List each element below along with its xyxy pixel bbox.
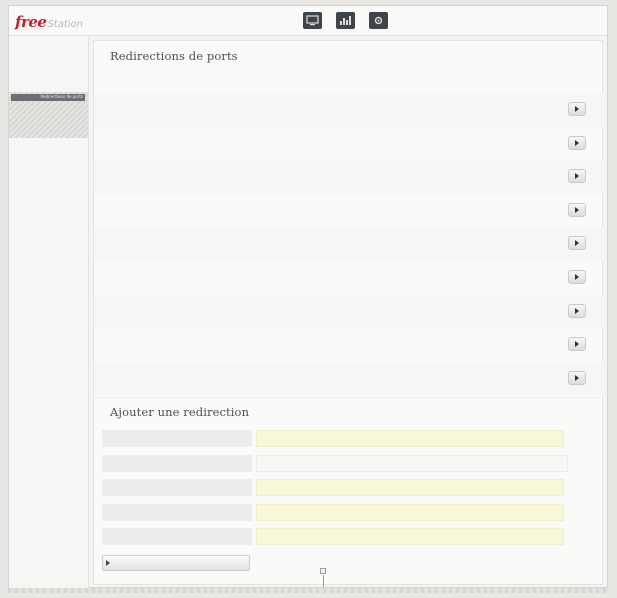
play-icon [106, 560, 110, 566]
play-icon [575, 139, 579, 146]
row-action-button[interactable] [568, 135, 586, 150]
sidebar-item[interactable] [13, 157, 83, 164]
table-row [94, 127, 604, 161]
row-action-button[interactable] [568, 236, 586, 251]
table-row [94, 328, 604, 362]
main-panel: Redirections de ports Ajouter une redire… [93, 40, 604, 585]
form-row [102, 476, 598, 501]
row-action-button[interactable] [568, 370, 586, 385]
sidebar-item[interactable] [13, 185, 83, 192]
table-row [94, 160, 604, 194]
settings-icon[interactable] [369, 12, 388, 29]
field-label [102, 479, 252, 497]
sidebar-subitem[interactable] [54, 116, 84, 122]
field-label [102, 503, 252, 521]
sidebar-item[interactable] [13, 171, 83, 178]
play-icon [575, 173, 579, 180]
redirections-title: Redirections de ports [110, 49, 238, 63]
field-label [102, 528, 252, 546]
play-icon [575, 341, 579, 348]
play-icon [575, 307, 579, 314]
sidebar-subitem[interactable] [54, 106, 84, 112]
play-icon [575, 206, 579, 213]
table-row [94, 261, 604, 295]
add-redirection-form [102, 427, 598, 550]
row-action-button[interactable] [568, 337, 586, 352]
add-redirection-title: Ajouter une redirection [110, 405, 250, 419]
sidebar: Redirections de ports [9, 37, 89, 589]
chart-icon[interactable] [336, 12, 355, 29]
sidebar-active-title[interactable]: Redirections de ports [11, 94, 85, 101]
comment-input[interactable] [256, 528, 564, 546]
field-label [102, 454, 252, 472]
sidebar-item-active[interactable]: Redirections de ports [9, 92, 88, 138]
table-row [94, 194, 604, 228]
row-action-button[interactable] [568, 269, 586, 284]
play-icon [575, 273, 579, 280]
resize-line [323, 575, 324, 587]
monitor-icon[interactable] [303, 12, 322, 29]
external-port-input[interactable] [256, 430, 564, 447]
logo-main: free [15, 13, 47, 31]
table-row [94, 93, 604, 127]
play-icon [575, 240, 579, 247]
ip-input[interactable] [256, 479, 564, 497]
table-header [102, 79, 596, 89]
bottom-strip [8, 588, 608, 593]
logo[interactable]: freeStation [15, 13, 83, 31]
sidebar-item[interactable] [13, 192, 83, 199]
section-divider [94, 397, 604, 398]
top-toolbar [303, 12, 388, 29]
sidebar-subitem[interactable] [54, 126, 84, 132]
resize-handle[interactable] [320, 568, 326, 574]
field-label [102, 430, 252, 447]
sidebar-item[interactable] [13, 71, 83, 78]
sidebar-item[interactable] [13, 178, 83, 185]
row-action-button[interactable] [568, 303, 586, 318]
table-row [94, 294, 604, 329]
row-action-button[interactable] [568, 102, 586, 116]
redirections-table [94, 93, 604, 396]
sidebar-item[interactable] [13, 50, 83, 57]
sidebar-item[interactable] [13, 150, 83, 157]
sidebar-item[interactable] [13, 164, 83, 171]
form-row [102, 525, 598, 550]
play-icon [575, 106, 579, 112]
sidebar-item[interactable] [13, 199, 83, 206]
top-bar: freeStation [9, 6, 607, 36]
row-action-button[interactable] [568, 169, 586, 184]
form-row [102, 452, 598, 477]
sidebar-item[interactable] [13, 43, 83, 50]
table-row [94, 361, 604, 396]
submit-button[interactable] [102, 555, 250, 571]
sidebar-item[interactable] [13, 57, 83, 64]
table-row [94, 227, 604, 261]
form-row [102, 427, 598, 452]
row-action-button[interactable] [568, 202, 586, 217]
protocol-select[interactable] [256, 454, 568, 472]
internal-port-input[interactable] [256, 503, 564, 521]
app-window: freeStation Redirections de ports Redire… [8, 5, 608, 589]
sidebar-item[interactable] [13, 64, 83, 71]
play-icon [575, 374, 579, 381]
logo-sub: Station [47, 19, 84, 30]
form-row [102, 501, 598, 526]
